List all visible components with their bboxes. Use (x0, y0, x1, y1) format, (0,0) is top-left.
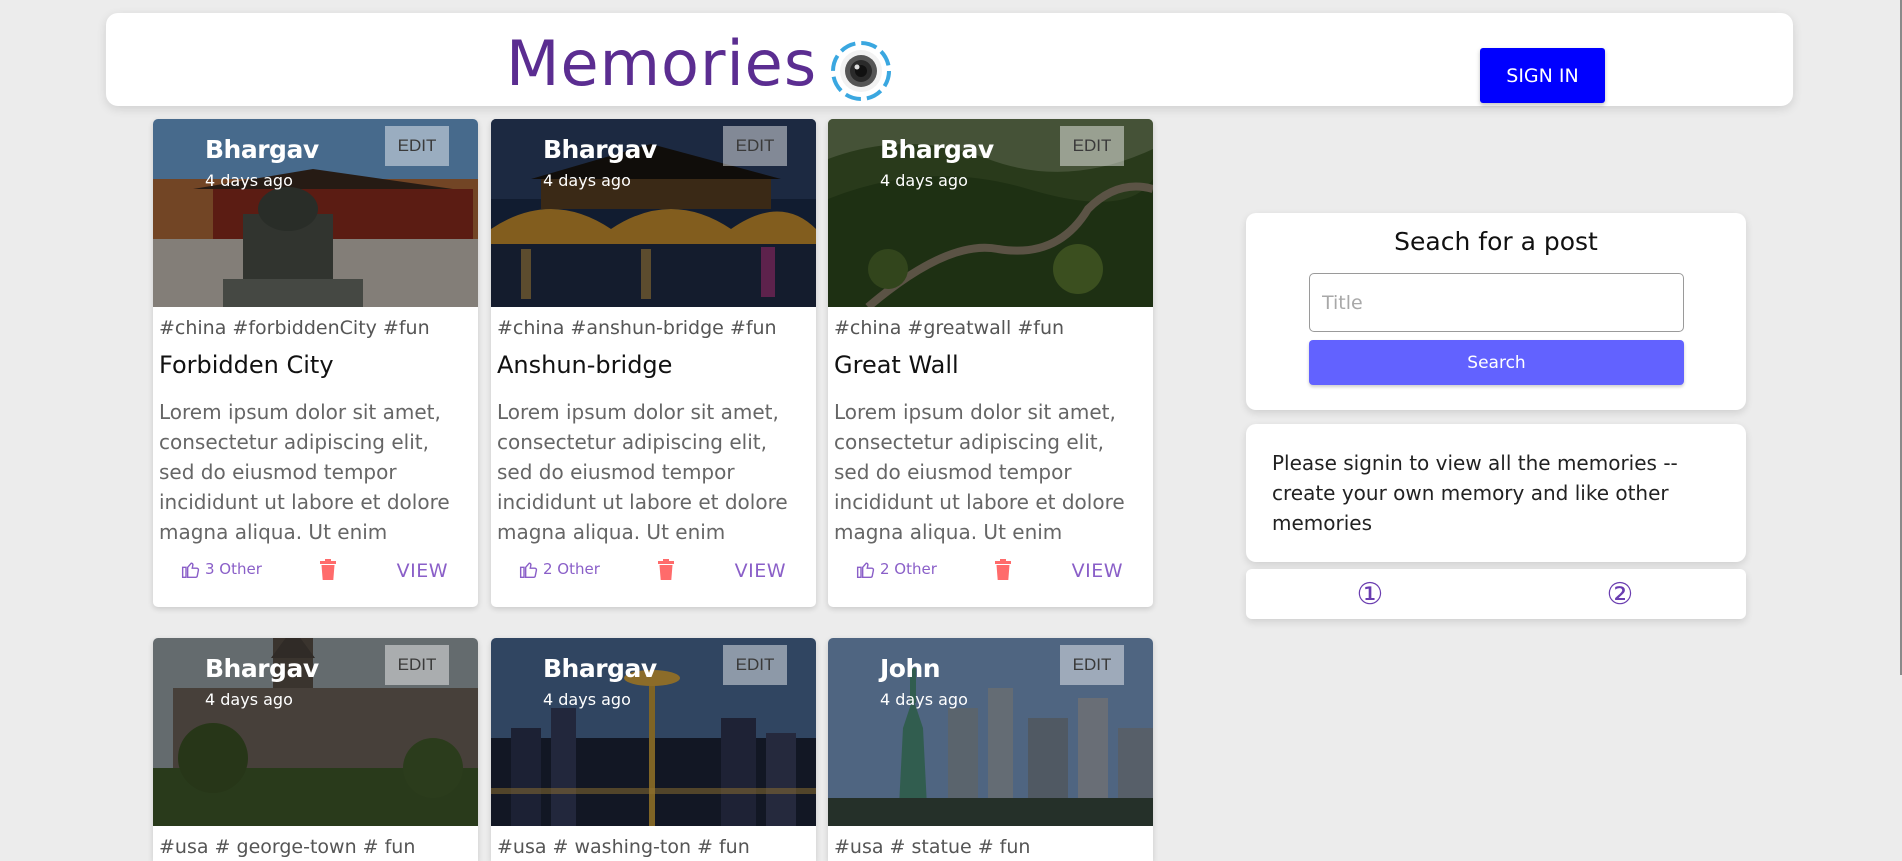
post-tags: #usa # george-town # fun (159, 836, 416, 858)
post-tags: #china #forbiddenCity #fun (159, 317, 430, 339)
post-actions: 3 Other VIEW (153, 549, 478, 607)
trash-icon (658, 559, 674, 580)
like-count: 2 Other (880, 560, 937, 578)
post-author: Bhargav (543, 654, 657, 683)
post-body: Lorem ipsum dolor sit amet, consectetur … (834, 400, 1125, 544)
post-tags: #china #greatwall #fun (834, 317, 1065, 339)
post-actions: 2 Other VIEW (828, 549, 1153, 607)
post-card: Bhargav 4 days ago EDIT #usa # george-to… (153, 638, 478, 861)
post-time: 4 days ago (880, 690, 968, 709)
post-time: 4 days ago (205, 171, 293, 190)
post-card: Bhargav 4 days ago EDIT #usa # washing-t… (491, 638, 816, 861)
post-body: Lorem ipsum dolor sit amet, consectetur … (159, 400, 450, 544)
post-card: John 4 days ago EDIT #usa # statue # fun (828, 638, 1153, 861)
like-count: 2 Other (543, 560, 600, 578)
camera-lens-logo-icon (830, 40, 892, 102)
brand-title[interactable]: Memories (506, 33, 817, 95)
post-title: Forbidden City (159, 351, 334, 379)
page-1-button[interactable]: ① (1356, 577, 1384, 612)
post-author: John (880, 654, 941, 683)
like-button[interactable]: 3 Other (181, 559, 262, 579)
post-image: Bhargav 4 days ago EDIT (828, 119, 1153, 307)
delete-button[interactable] (656, 559, 676, 585)
post-card: Bhargav 4 days ago EDIT #china #anshun-b… (491, 119, 816, 607)
signin-notice-text: Please signin to view all the memories -… (1272, 451, 1678, 535)
edit-button[interactable]: EDIT (385, 645, 449, 685)
delete-button[interactable] (993, 559, 1013, 585)
like-button[interactable]: 2 Other (856, 559, 937, 579)
app-bar: Memories SIGN IN (106, 13, 1793, 106)
post-author: Bhargav (880, 135, 994, 164)
post-time: 4 days ago (880, 171, 968, 190)
search-input[interactable] (1309, 273, 1684, 332)
signin-notice-panel: Please signin to view all the memories -… (1246, 424, 1746, 562)
post-tags: #usa # washing-ton # fun (497, 836, 750, 858)
sign-in-button[interactable]: SIGN IN (1480, 48, 1605, 103)
post-time: 4 days ago (543, 690, 631, 709)
search-button[interactable]: Search (1309, 340, 1684, 385)
delete-button[interactable] (318, 559, 338, 585)
view-link[interactable]: VIEW (397, 560, 448, 582)
post-actions: 2 Other VIEW (491, 549, 816, 607)
post-time: 4 days ago (205, 690, 293, 709)
edit-button[interactable]: EDIT (385, 126, 449, 166)
search-panel: Seach for a post Search (1246, 213, 1746, 410)
thumb-up-icon (519, 562, 538, 579)
post-tags: #usa # statue # fun (834, 836, 1031, 858)
page-2-button[interactable]: ② (1606, 577, 1634, 612)
post-title: Great Wall (834, 351, 959, 379)
post-image: John 4 days ago EDIT (828, 638, 1153, 826)
thumb-up-icon (856, 562, 875, 579)
post-title: Anshun-bridge (497, 351, 673, 379)
post-author: Bhargav (205, 135, 319, 164)
post-body: Lorem ipsum dolor sit amet, consectetur … (497, 400, 788, 544)
view-link[interactable]: VIEW (735, 560, 786, 582)
edit-button[interactable]: EDIT (1060, 126, 1124, 166)
post-image: Bhargav 4 days ago EDIT (153, 119, 478, 307)
trash-icon (320, 559, 336, 580)
view-link[interactable]: VIEW (1072, 560, 1123, 582)
post-image: Bhargav 4 days ago EDIT (491, 119, 816, 307)
like-button[interactable]: 2 Other (519, 559, 600, 579)
post-author: Bhargav (205, 654, 319, 683)
post-image: Bhargav 4 days ago EDIT (153, 638, 478, 826)
thumb-up-icon (181, 562, 200, 579)
post-card: Bhargav 4 days ago EDIT #china #greatwal… (828, 119, 1153, 607)
like-count: 3 Other (205, 560, 262, 578)
post-author: Bhargav (543, 135, 657, 164)
edit-button[interactable]: EDIT (1060, 645, 1124, 685)
edit-button[interactable]: EDIT (723, 645, 787, 685)
trash-icon (995, 559, 1011, 580)
search-title: Seach for a post (1394, 227, 1598, 256)
post-image: Bhargav 4 days ago EDIT (491, 638, 816, 826)
edit-button[interactable]: EDIT (723, 126, 787, 166)
post-card: Bhargav 4 days ago EDIT #china #forbidde… (153, 119, 478, 607)
pagination: ① ② (1246, 569, 1746, 619)
post-tags: #china #anshun-bridge #fun (497, 317, 777, 339)
post-time: 4 days ago (543, 171, 631, 190)
